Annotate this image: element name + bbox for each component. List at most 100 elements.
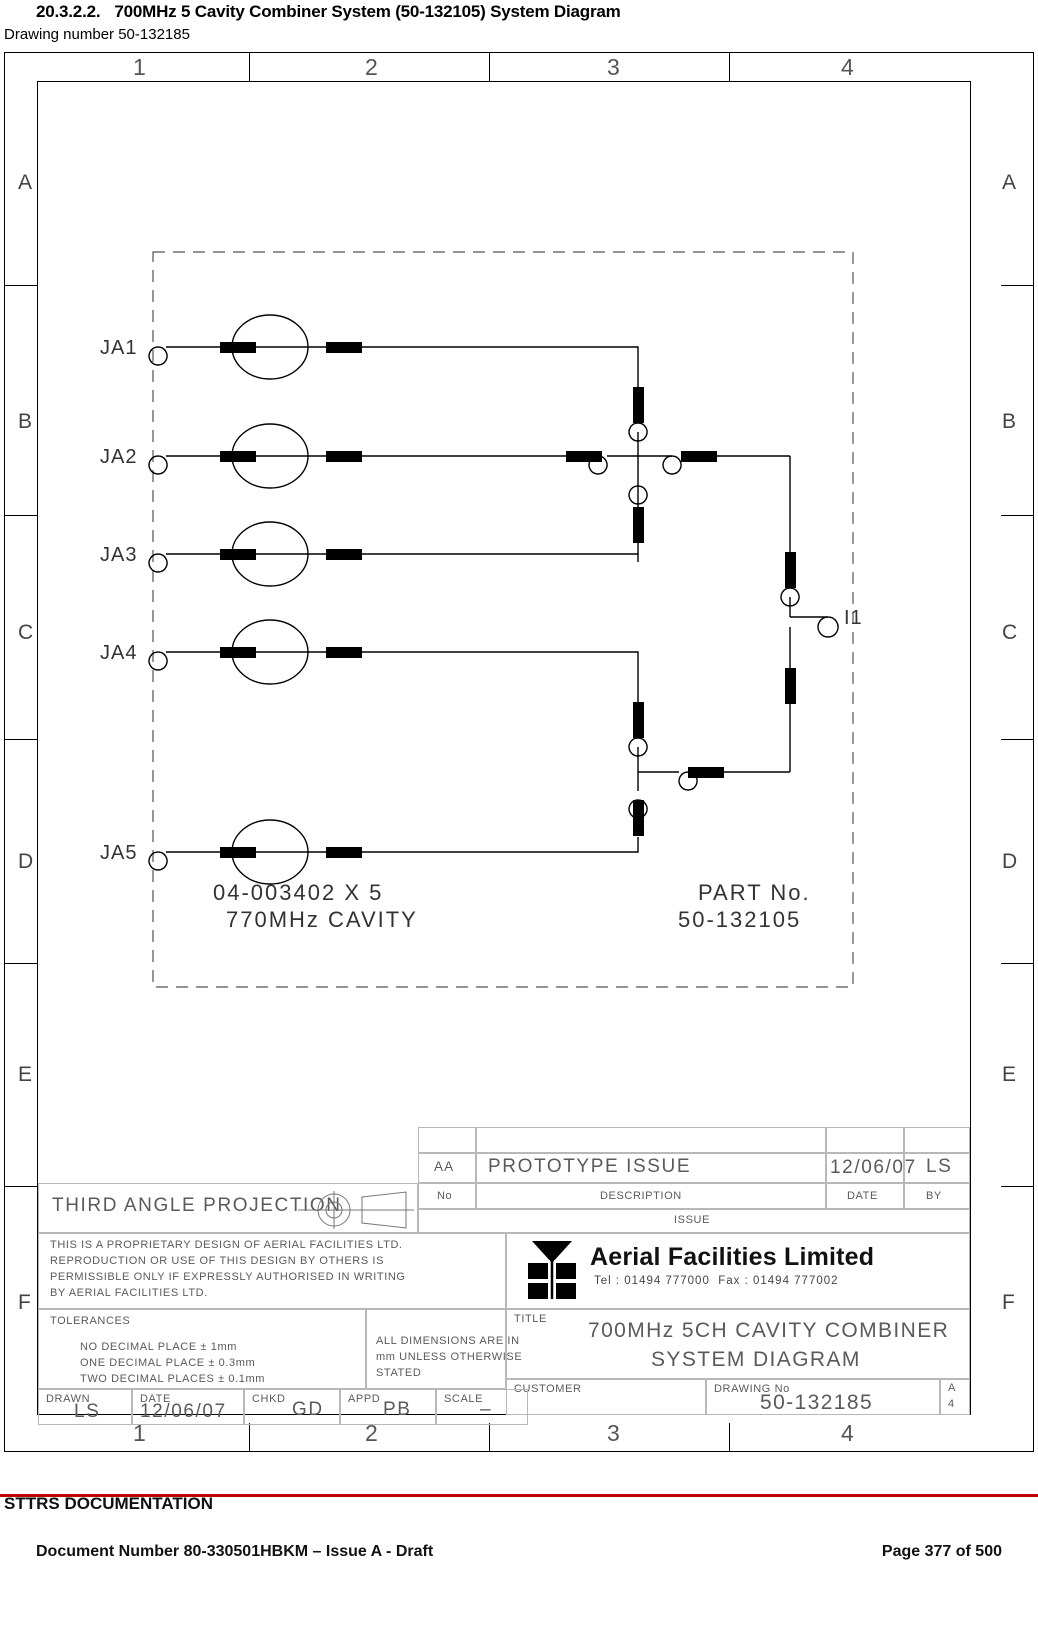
zone-row-a-left: A: [18, 171, 34, 194]
connector-block: [220, 847, 256, 858]
issue-row-blank-desc: [476, 1127, 826, 1153]
part-no-value: 50-132105: [678, 907, 801, 932]
tolerance-line-3: TWO DECIMAL PLACES ± 0.1mm: [80, 1373, 266, 1385]
section-title: 700MHz 5 Cavity Combiner System (50-1321…: [114, 2, 621, 21]
frame-tick: [1001, 285, 1033, 287]
proprietary-notice-line-4: BY AERIAL FACILITIES LTD.: [50, 1287, 208, 1299]
sheet-size-number: 4: [948, 1398, 955, 1410]
connector-block: [688, 767, 724, 778]
section-number: 20.3.2.2.: [36, 2, 101, 21]
sheet-inner-frame: .wire { stroke:#000; stroke-width:1.4; f…: [37, 81, 971, 1425]
zone-row-f-left: F: [18, 1291, 32, 1314]
connector-block: [681, 451, 717, 462]
part-no-label: PART No.: [698, 880, 811, 905]
frame-tick: [489, 1423, 491, 1451]
connector-block: [326, 451, 362, 462]
connector-block-vertical: [633, 702, 644, 738]
issue-label: ISSUE: [674, 1214, 711, 1226]
tolerances-label: TOLERANCES: [50, 1315, 131, 1327]
title-block: AA PROTOTYPE ISSUE 12/06/07 LS No DESCRI…: [38, 1127, 970, 1425]
proprietary-notice-line-2: REPRODUCTION OR USE OF THIS DESIGN BY OT…: [50, 1255, 385, 1267]
tolerance-line-1: NO DECIMAL PLACE ± 1mm: [80, 1341, 237, 1353]
appd-label: APPD: [348, 1393, 381, 1405]
zone-row-d-right: D: [1002, 850, 1019, 873]
zone-column-3-top: 3: [607, 54, 621, 80]
connector-block: [220, 342, 256, 353]
zone-row-c-right: C: [1002, 621, 1019, 644]
issue-description-value: PROTOTYPE ISSUE: [488, 1156, 692, 1177]
drawing-title-line-1: 700MHz 5CH CAVITY COMBINER: [588, 1319, 950, 1342]
frame-tick: [5, 285, 37, 287]
scale-value: –: [480, 1399, 493, 1420]
title-label: TITLE: [514, 1313, 547, 1325]
zone-row-b-left: B: [18, 410, 34, 433]
issue-no-value: AA: [434, 1159, 455, 1174]
frame-tick: [249, 53, 251, 81]
issue-header-no-label: No: [437, 1190, 453, 1202]
frame-tick: [249, 1423, 251, 1451]
frame-tick: [489, 53, 491, 81]
zone-row-a-right: A: [1002, 171, 1018, 194]
connector-block: [220, 451, 256, 462]
zone-row-e-left: E: [18, 1063, 34, 1086]
connector-block: [326, 342, 362, 353]
port-label-ja1: JA1: [100, 337, 137, 359]
frame-tick: [1001, 1186, 1033, 1188]
frame-tick: [5, 739, 37, 741]
connector-block: [220, 549, 256, 560]
connector-block-vertical: [633, 387, 644, 423]
footer-document-number: Document Number 80-330501HBKM – Issue A …: [36, 1543, 434, 1560]
issue-by-value: LS: [926, 1156, 953, 1177]
frame-tick: [1001, 963, 1033, 965]
frame-tick: [5, 963, 37, 965]
drawing-title-line-2: SYSTEM DIAGRAM: [651, 1348, 861, 1371]
port-label-ja3: JA3: [100, 544, 137, 566]
connector-block: [220, 647, 256, 658]
issue-header-date-label: DATE: [847, 1190, 878, 1202]
aerial-facilities-logo-icon: [528, 1241, 576, 1299]
connector-block-vertical: [633, 800, 644, 836]
proprietary-notice-line-1: THIS IS A PROPRIETARY DESIGN OF AERIAL F…: [50, 1239, 403, 1251]
footer-title: STTRS DOCUMENTATION: [4, 1494, 214, 1513]
zone-row-c-left: C: [18, 621, 35, 644]
port-label-ja4: JA4: [100, 642, 137, 664]
section-heading: 20.3.2.2. 700MHz 5 Cavity Combiner System…: [36, 2, 621, 22]
drawing-sheet: 1 2 3 4 1 2 3 4 A B C D E F A B C D E F …: [4, 52, 1034, 1452]
zone-row-b-right: B: [1002, 410, 1018, 433]
connector-block-vertical: [785, 668, 796, 704]
connector-block-vertical: [785, 552, 796, 588]
issue-header-by-label: BY: [926, 1190, 942, 1202]
output-port-label: I1: [844, 607, 863, 629]
frame-tick: [1001, 739, 1033, 741]
dimensions-note-line-2: mm UNLESS OTHERWISE: [376, 1351, 523, 1363]
issue-row-blank-no: [418, 1127, 476, 1153]
drawing-number-caption: Drawing number 50-132185: [4, 26, 190, 43]
drawn-value: LS: [74, 1401, 101, 1422]
company-name: Aerial Facilities Limited: [590, 1243, 875, 1271]
frame-tick: [5, 515, 37, 517]
zone-row-e-right: E: [1002, 1063, 1018, 1086]
frame-tick: [5, 1186, 37, 1188]
sheet-size-letter: A: [948, 1382, 956, 1394]
third-angle-projection-symbol: [298, 1191, 414, 1229]
connector-block: [326, 549, 362, 560]
issue-header-description-label: DESCRIPTION: [600, 1190, 682, 1202]
issue-row-blank-by: [904, 1127, 970, 1153]
frame-tick: [729, 1423, 731, 1451]
company-contact: Tel : 01494 777000 Fax : 01494 777002: [594, 1275, 839, 1287]
chkd-label: CHKD: [252, 1393, 286, 1405]
zone-column-1-top: 1: [133, 54, 147, 80]
cavity-note-line1: 04-003402 X 5: [213, 880, 383, 905]
issue-row-blank-date: [826, 1127, 904, 1153]
zone-row-d-left: D: [18, 850, 35, 873]
connector-block: [326, 847, 362, 858]
zone-column-4-top: 4: [841, 54, 855, 80]
appd-value: PB: [383, 1399, 412, 1420]
footer-page-number: Page 377 of 500: [881, 1543, 1002, 1560]
zone-column-4-bottom: 4: [841, 1420, 855, 1446]
zone-column-2-top: 2: [365, 54, 379, 80]
scale-label: SCALE: [444, 1393, 484, 1405]
zone-column-3-bottom: 3: [607, 1420, 621, 1446]
port-label-ja2: JA2: [100, 446, 137, 468]
chkd-value: GD: [292, 1399, 324, 1420]
